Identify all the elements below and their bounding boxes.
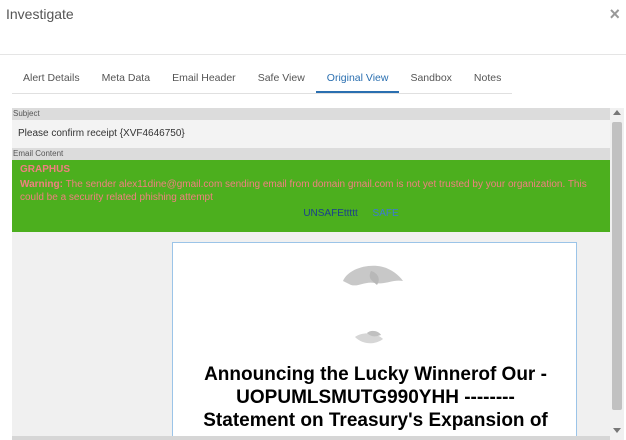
tab-original-view[interactable]: Original View [315, 64, 400, 93]
warning-banner: GRAPHUS Warning: The sender alex11dine@g… [12, 160, 610, 232]
globe-icon [343, 265, 403, 344]
vertical-scrollbar[interactable] [610, 108, 624, 440]
close-icon[interactable]: × [609, 4, 620, 24]
subject-label: Subject [12, 108, 610, 120]
headline-line-1: Announcing the Lucky Winnerof Our - [204, 364, 547, 385]
tab-meta-data[interactable]: Meta Data [91, 64, 161, 93]
headline-line-3: Statement on Treasury's Expansion of [203, 410, 548, 431]
subject-value: Please confirm receipt {XVF4646750} [12, 120, 610, 148]
header-divider [0, 54, 626, 55]
tab-bar: Alert Details Meta Data Email Header Saf… [12, 64, 513, 94]
scroll-down-icon[interactable] [613, 428, 621, 433]
warning-text: The sender alex11dine@gmail.com sending … [20, 179, 587, 203]
content-pane: Subject Please confirm receipt {XVF46467… [12, 108, 610, 440]
email-body: Announcing the Lucky Winnerof Our - UOPU… [12, 232, 610, 440]
tab-safe-view[interactable]: Safe View [247, 64, 316, 93]
unsafe-link[interactable]: UNSAFEttttt [303, 208, 357, 219]
headline-line-2: UOPUMLSMUTG990YHH -------- [236, 387, 515, 408]
scroll-up-icon[interactable] [613, 110, 621, 115]
email-headline: Announcing the Lucky Winnerof Our - UOPU… [173, 363, 578, 432]
tab-notes[interactable]: Notes [463, 64, 512, 93]
banner-title: GRAPHUS [20, 164, 71, 175]
tab-sandbox[interactable]: Sandbox [399, 64, 462, 93]
banner-warning: Warning: The sender alex11dine@gmail.com… [20, 178, 602, 204]
email-frame[interactable]: Announcing the Lucky Winnerof Our - UOPU… [172, 242, 577, 440]
tab-alert-details[interactable]: Alert Details [12, 64, 91, 93]
warning-prefix: Warning: [20, 179, 63, 190]
modal-title: Investigate [6, 6, 74, 22]
email-content-label: Email Content [12, 148, 610, 160]
banner-actions: UNSAFEttttt SAFE [20, 208, 602, 219]
safe-link[interactable]: SAFE [373, 208, 399, 219]
horizontal-scrollbar[interactable] [12, 436, 610, 440]
tab-email-header[interactable]: Email Header [161, 64, 247, 93]
scroll-thumb[interactable] [612, 122, 622, 410]
